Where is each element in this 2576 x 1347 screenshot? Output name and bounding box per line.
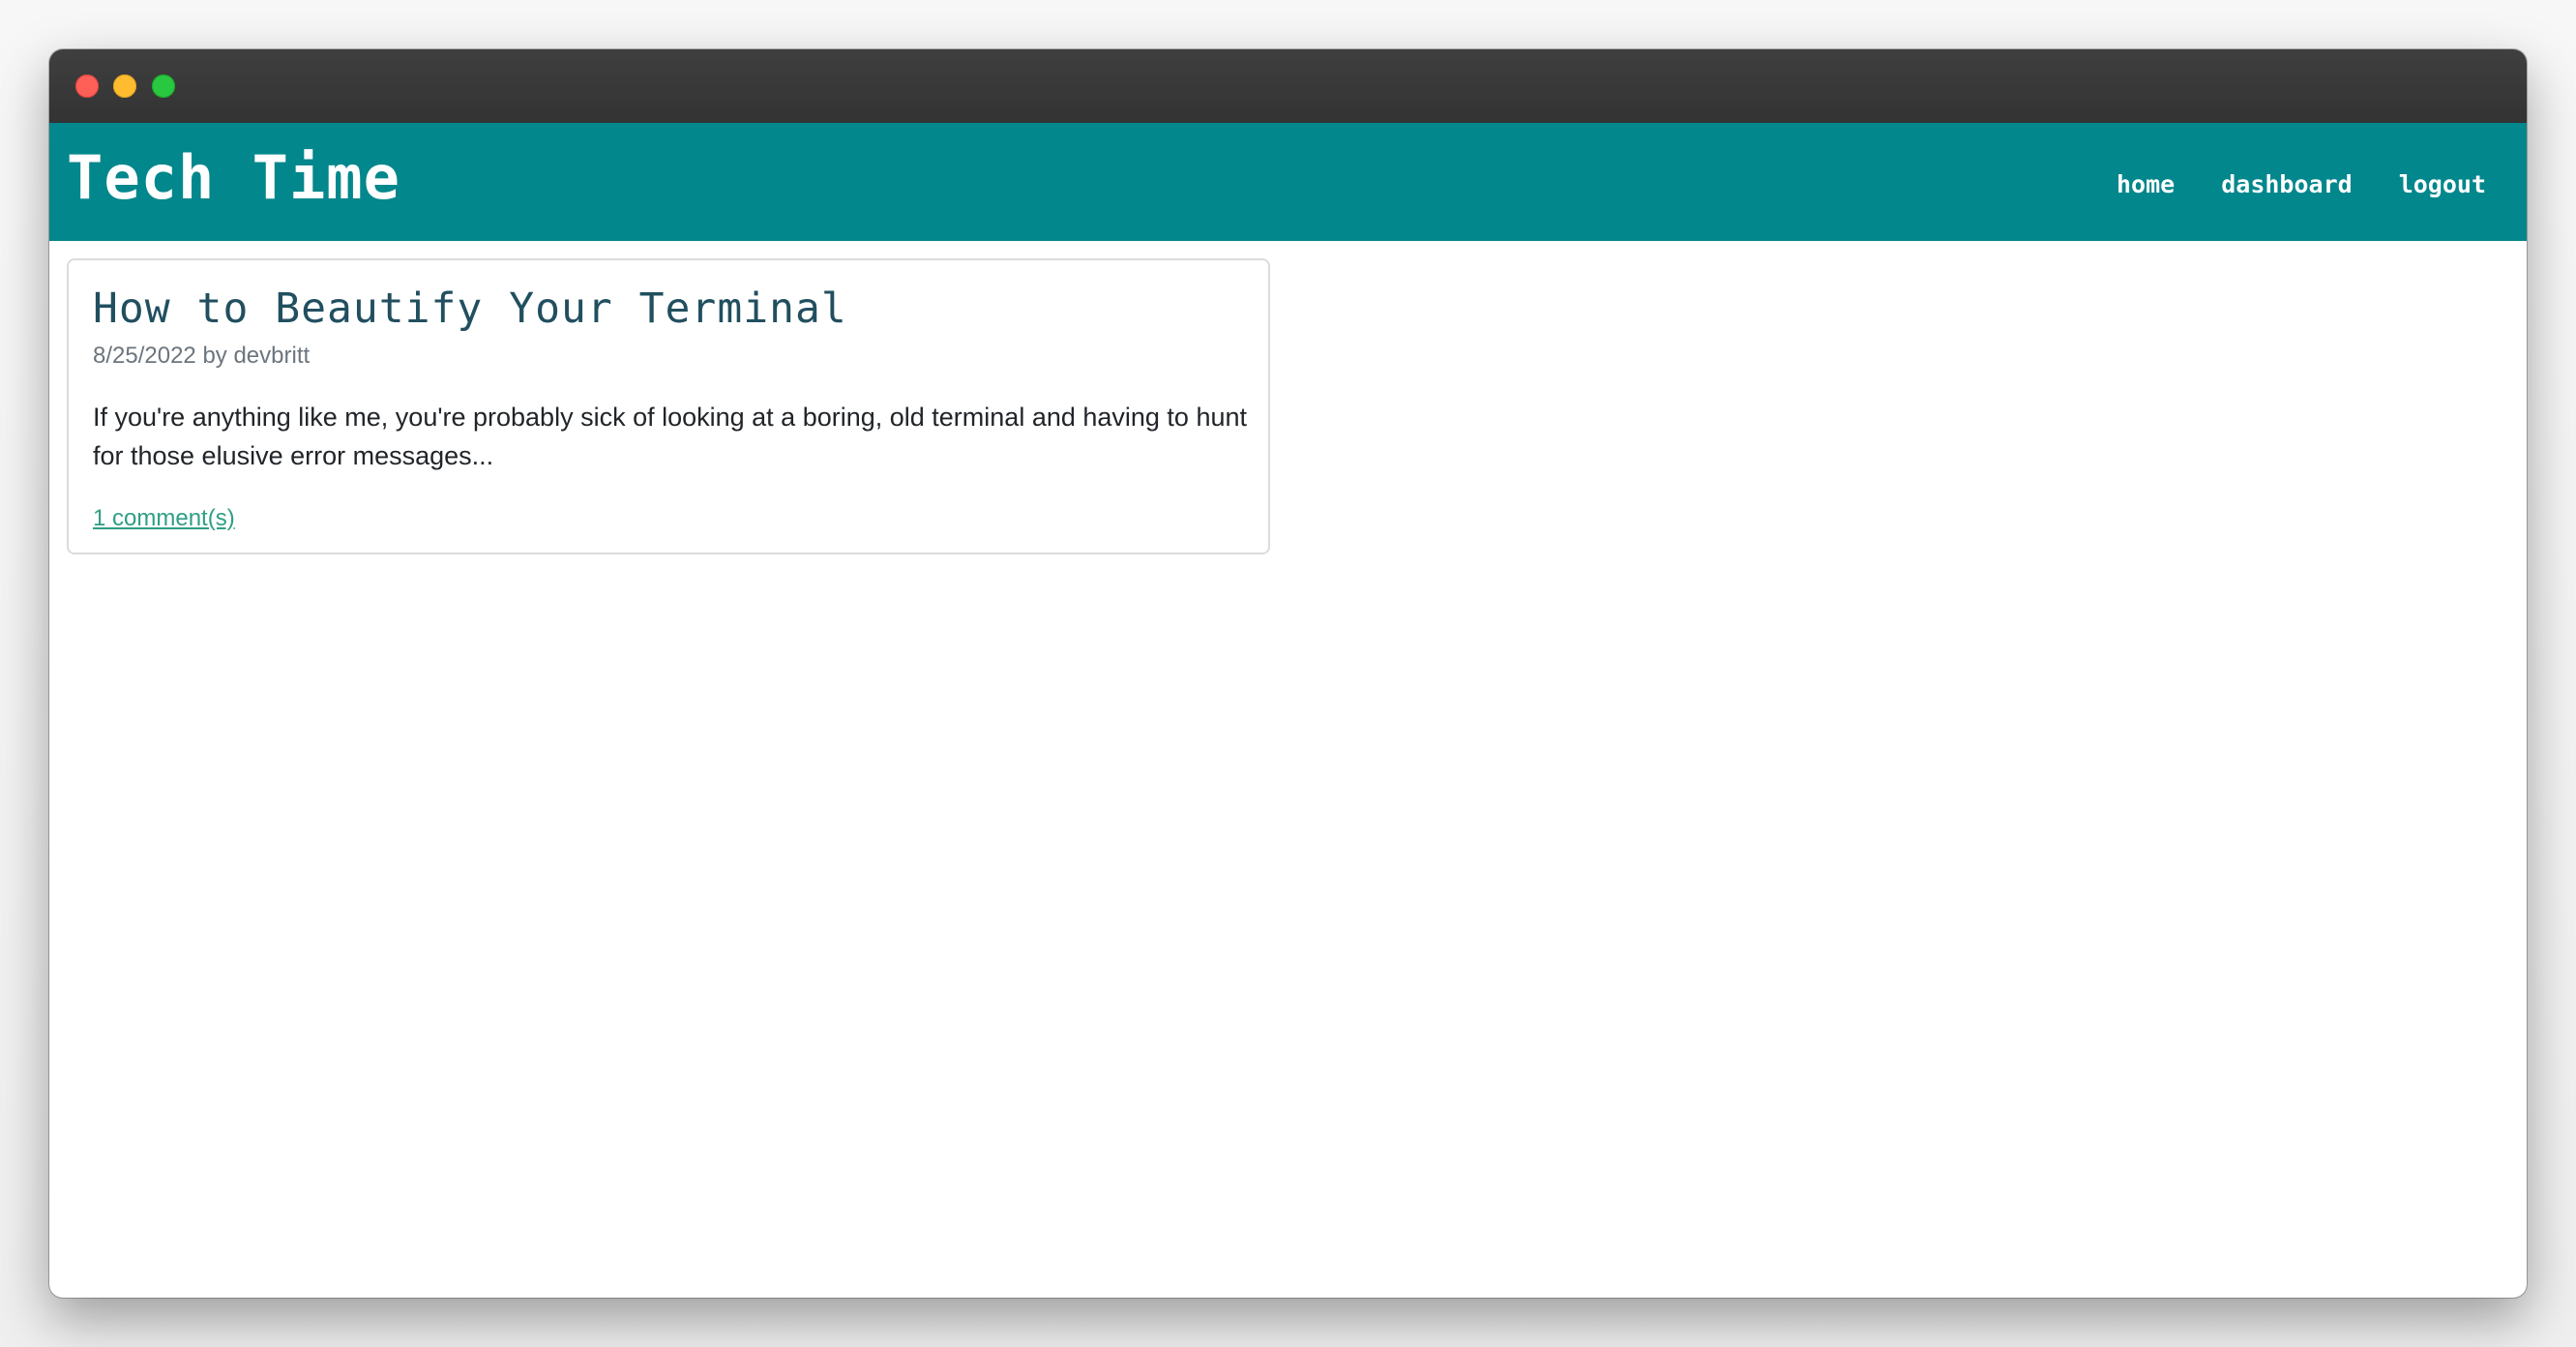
nav-home-link[interactable]: home	[2117, 165, 2175, 204]
post-meta: 8/25/2022 by devbritt	[93, 343, 311, 369]
post-excerpt: If you're anything like me, you're proba…	[93, 403, 1247, 470]
window-minimize-button[interactable]	[113, 75, 136, 98]
browser-window: Tech Time home dashboard logout How to B…	[49, 49, 2527, 1298]
window-maximize-button[interactable]	[152, 75, 175, 98]
window-titlebar[interactable]	[49, 49, 2527, 124]
site-header: Tech Time home dashboard logout	[49, 123, 2527, 241]
main-nav: home dashboard logout	[2117, 165, 2486, 204]
nav-dashboard-link[interactable]: dashboard	[2221, 165, 2352, 204]
nav-logout-link[interactable]: logout	[2399, 165, 2486, 204]
window-close-button[interactable]	[75, 75, 99, 98]
post-title[interactable]: How to Beautify Your Terminal	[93, 284, 847, 334]
post-comments-link[interactable]: 1 comment(s)	[93, 504, 235, 533]
site-title[interactable]: Tech Time	[67, 144, 400, 212]
post-card: How to Beautify Your Terminal 8/25/2022 …	[67, 258, 1270, 554]
